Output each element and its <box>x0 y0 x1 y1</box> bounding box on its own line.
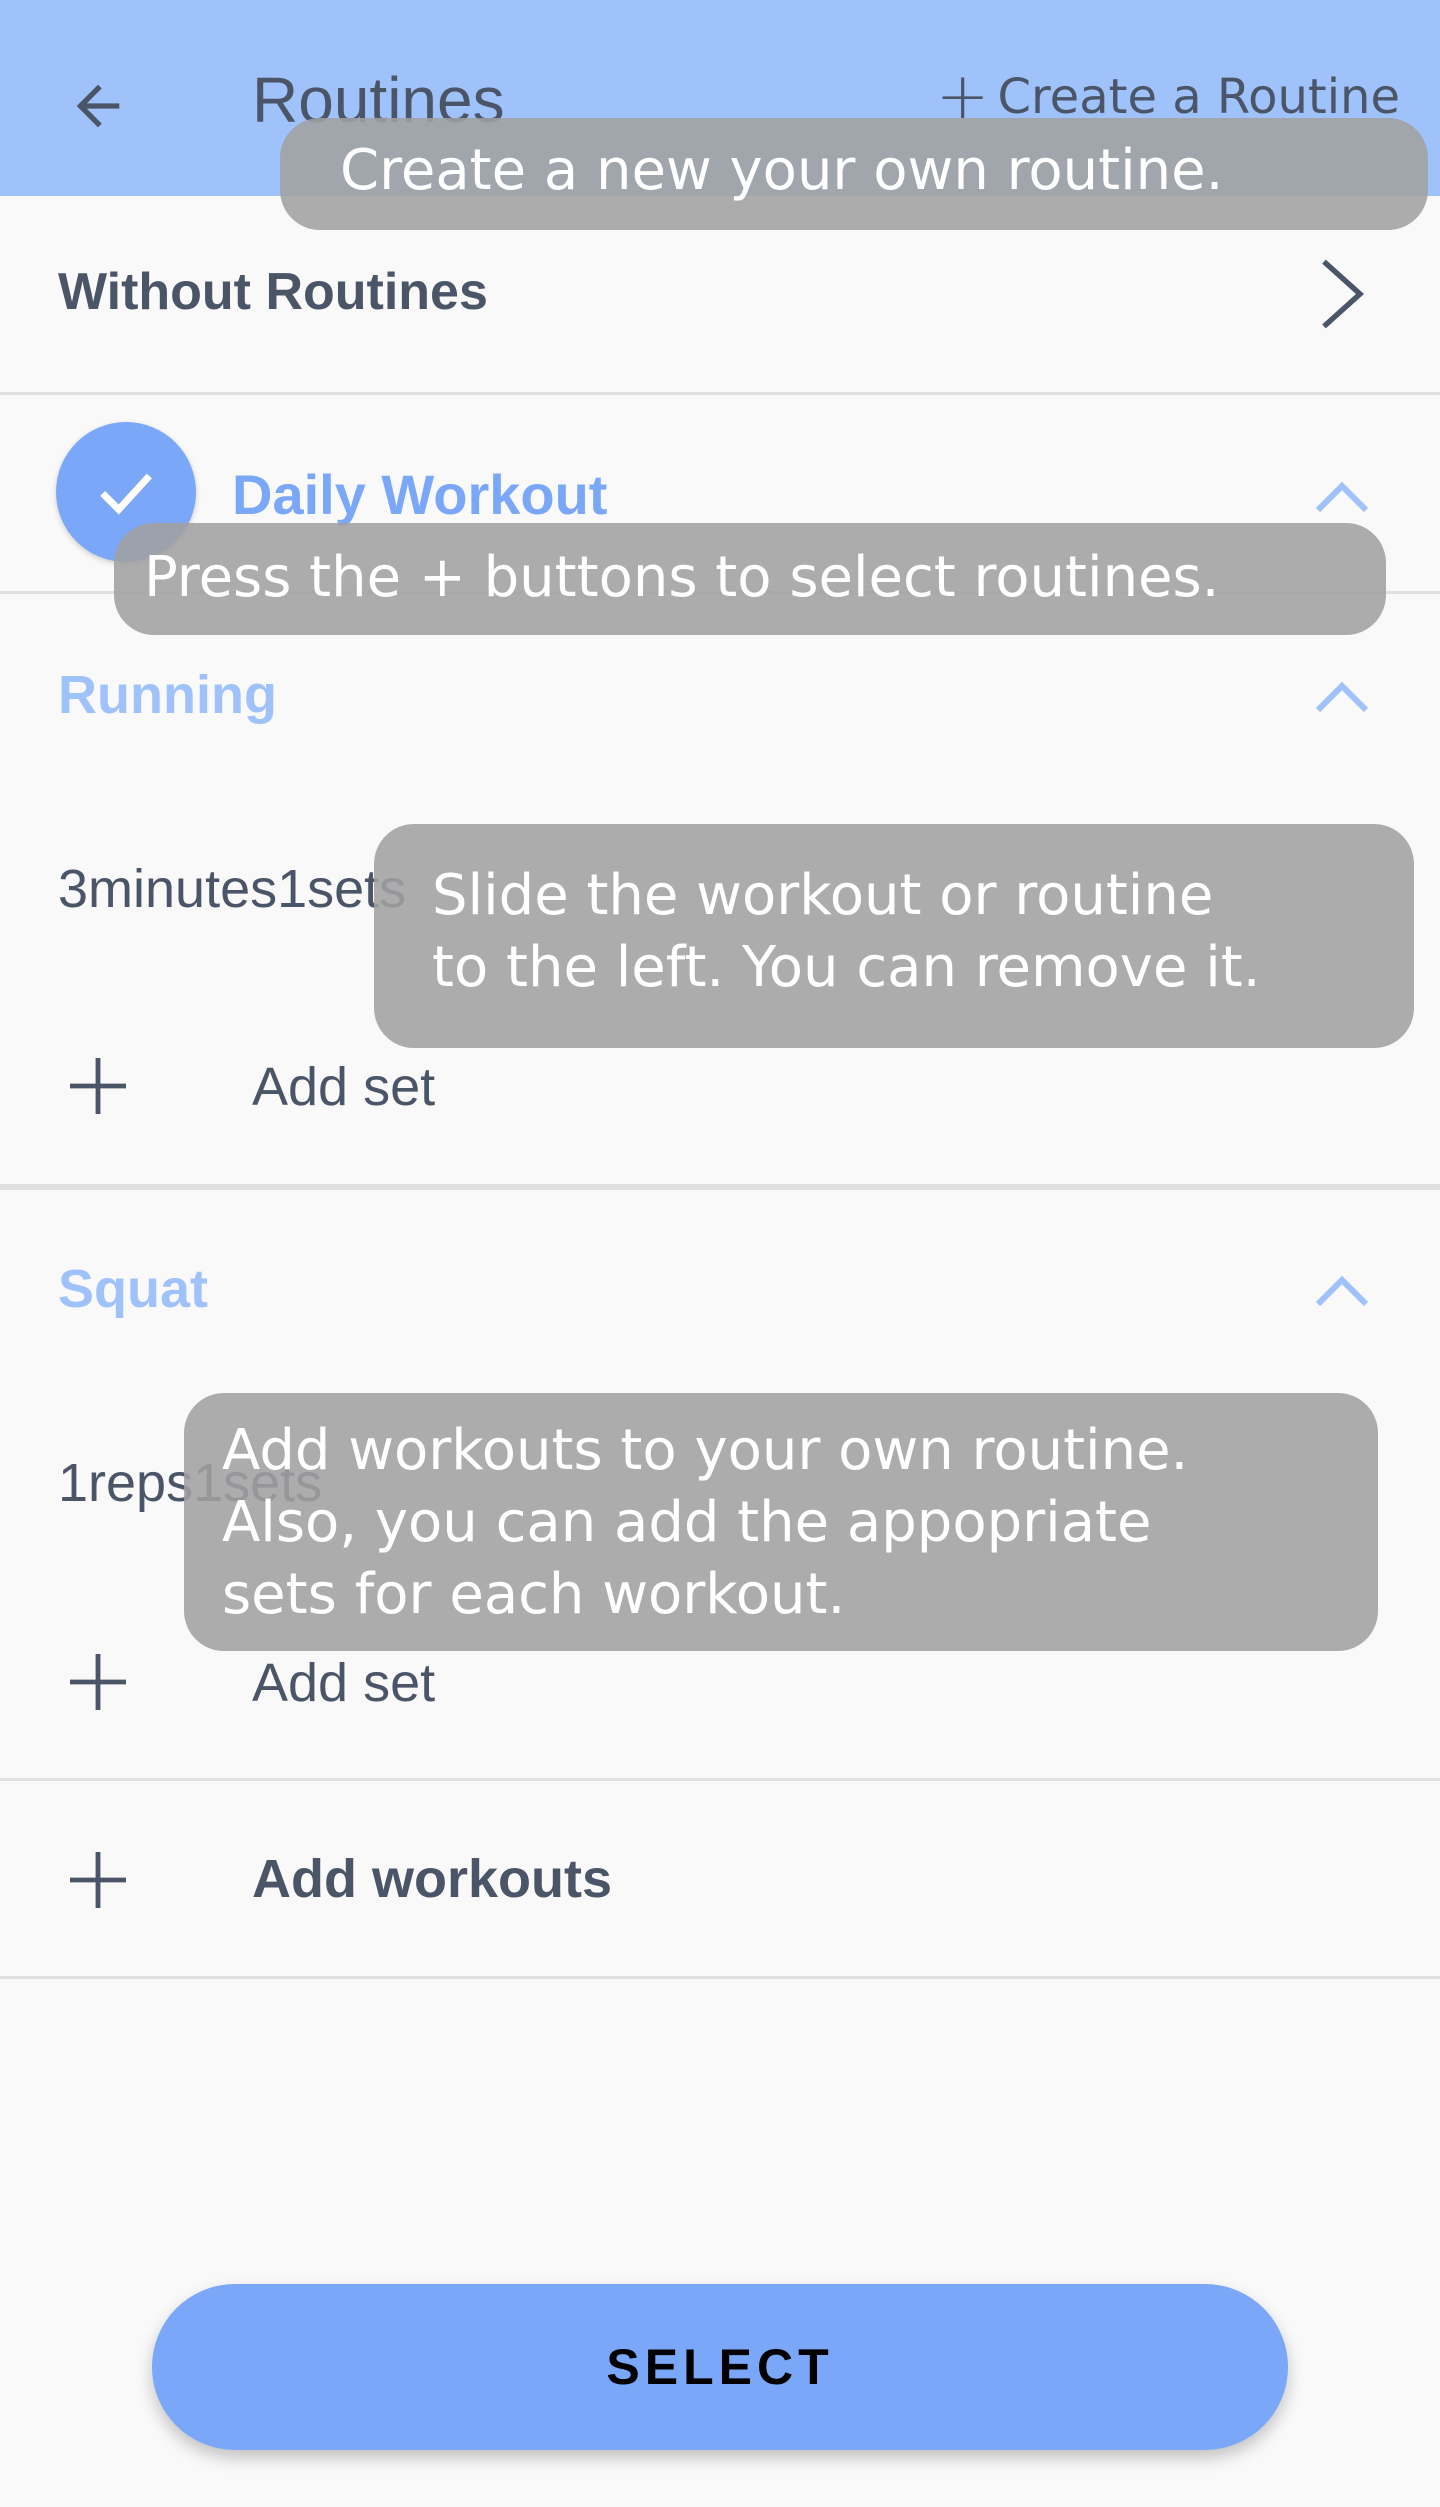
chevron-up-icon[interactable] <box>1312 1270 1372 1310</box>
chevron-up-icon[interactable] <box>1312 676 1372 716</box>
tooltip-text: sets for each workout. <box>222 1562 846 1627</box>
tooltip-add-workouts: Add workouts to your own routine. Also, … <box>184 1393 1378 1651</box>
workout-title-squat[interactable]: Squat <box>58 1258 208 1320</box>
tooltip-text: Add workouts to your own routine. <box>222 1418 1189 1483</box>
plus-icon[interactable] <box>66 1848 130 1912</box>
tooltip-select-routine: Press the + buttons to select routines. <box>114 523 1386 635</box>
add-set-button[interactable]: Add set <box>252 1652 435 1714</box>
tooltip-slide-remove: Slide the workout or routine to the left… <box>374 824 1414 1048</box>
tooltip-text: Create a new your own routine. <box>340 138 1224 203</box>
arrow-left-icon <box>76 84 120 128</box>
tooltip-text: Press the + buttons to select routines. <box>144 545 1220 610</box>
tooltip-create-routine: Create a new your own routine. <box>280 118 1428 230</box>
tooltip-text: Also, you can add the appopriate <box>222 1490 1152 1555</box>
divider <box>0 1976 1440 1979</box>
divider <box>0 1184 1440 1190</box>
tooltip-text: to the left. You can remove it. <box>432 935 1261 1000</box>
add-set-button[interactable]: Add set <box>252 1056 435 1118</box>
tooltip-text: Slide the workout or routine <box>432 863 1214 928</box>
set-item[interactable]: 3minutes1sets <box>58 858 406 920</box>
plus-icon[interactable] <box>66 1054 130 1118</box>
workout-title-running[interactable]: Running <box>58 664 277 726</box>
add-workouts-button[interactable]: Add workouts <box>252 1848 612 1910</box>
without-routines-label: Without Routines <box>58 263 488 321</box>
plus-icon[interactable] <box>66 1650 130 1714</box>
create-routine-label: Create a Routine <box>997 69 1400 125</box>
divider <box>0 1778 1440 1781</box>
chevron-up-icon[interactable] <box>1312 476 1372 516</box>
check-icon <box>100 473 152 515</box>
select-button[interactable]: SELECT <box>152 2284 1288 2450</box>
back-button[interactable] <box>48 56 148 156</box>
routine-name: Daily Workout <box>232 463 608 526</box>
chevron-right-icon <box>1322 259 1365 329</box>
